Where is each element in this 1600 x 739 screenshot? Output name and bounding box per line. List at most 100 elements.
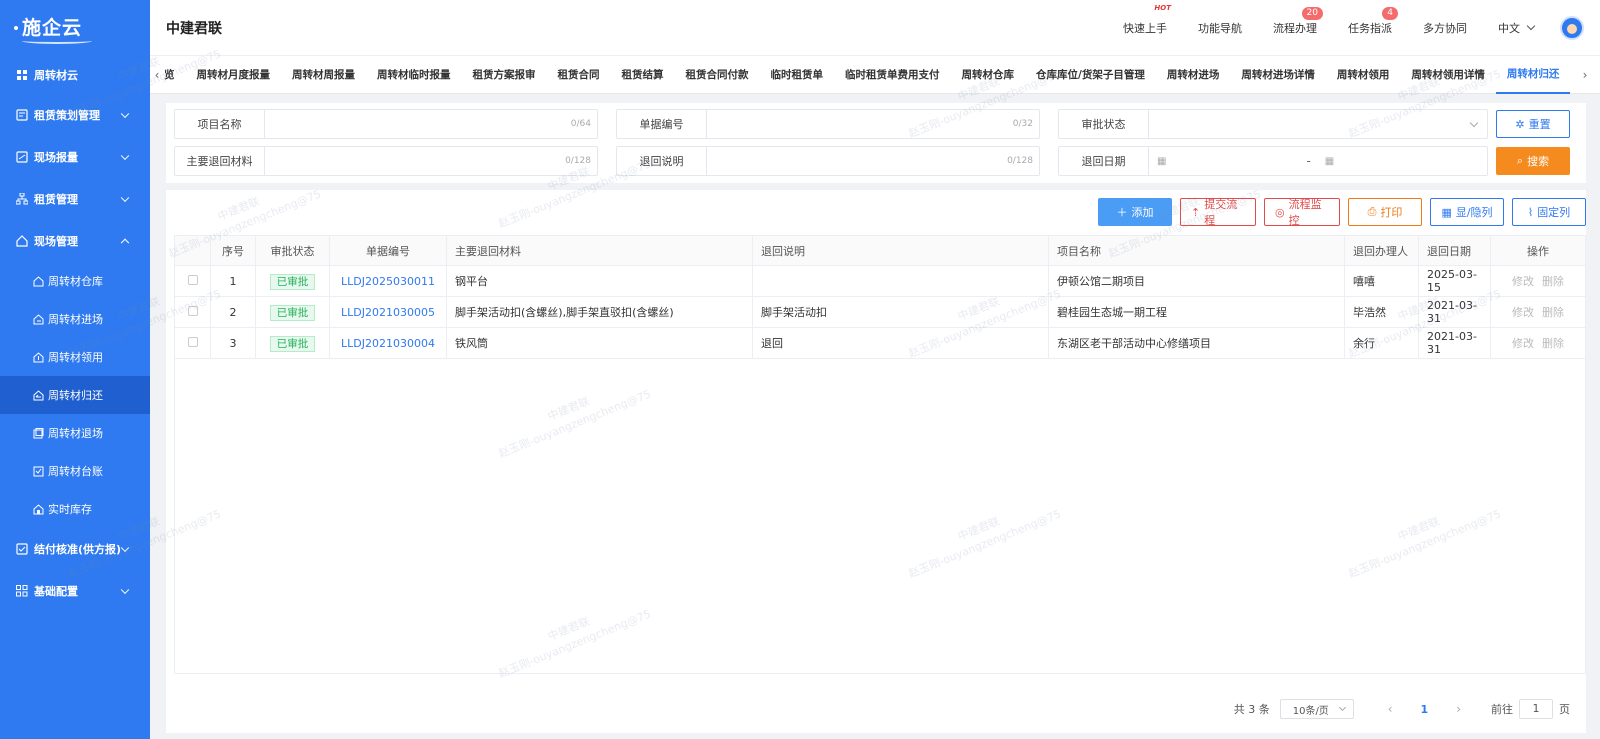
- tab-item[interactable]: 周转材进场详情: [1230, 56, 1326, 94]
- task-link[interactable]: 任务指派 4: [1348, 6, 1398, 36]
- chevron-down-icon: [120, 109, 130, 119]
- print-button[interactable]: ⎙ 打印: [1348, 198, 1422, 226]
- sidebar-item-settlement[interactable]: 结付核准(供方报): [0, 528, 150, 570]
- column-header[interactable]: 序号: [210, 235, 256, 266]
- sidebar-item-rental-plan[interactable]: 租赁策划管理: [0, 94, 150, 136]
- prev-page-icon[interactable]: ‹: [1388, 702, 1393, 716]
- collab-link[interactable]: 多方协同: [1423, 20, 1467, 36]
- tab-item[interactable]: 周转材月度报量: [186, 56, 282, 94]
- avatar[interactable]: [1560, 15, 1584, 40]
- return-date-range[interactable]: ▦ - ▦: [1149, 147, 1487, 175]
- tab-item[interactable]: 仓库库位/货架子目管理: [1025, 56, 1156, 94]
- clipboard-check-icon: [16, 543, 28, 555]
- sidebar-subitem-exit[interactable]: 周转材退场: [0, 414, 150, 452]
- tab-item[interactable]: 周转材归还: [1495, 56, 1571, 94]
- project-name-input[interactable]: 0/64: [265, 110, 597, 138]
- avatar-face-icon: [1567, 23, 1577, 34]
- quick-start-link[interactable]: 快速上手 HOT: [1123, 4, 1171, 36]
- sidebar-subitem-entry[interactable]: 周转材进场: [0, 300, 150, 338]
- return-desc-counter: 0/128: [1007, 156, 1033, 166]
- current-page[interactable]: 1: [1421, 703, 1429, 716]
- select-all-header[interactable]: [174, 235, 211, 266]
- sidebar-subitem-warehouse[interactable]: 周转材仓库: [0, 262, 150, 300]
- monitor-flow-button[interactable]: ◎ 流程监控: [1264, 198, 1340, 227]
- column-header[interactable]: 退回说明: [752, 235, 1049, 266]
- edit-button[interactable]: 修改: [1512, 275, 1534, 288]
- sidebar-subitem-ledger[interactable]: 周转材台账: [0, 452, 150, 490]
- handler-cell: 嘻嘻: [1344, 265, 1419, 297]
- row-checkbox[interactable]: [187, 336, 198, 347]
- tab-item[interactable]: 临时租赁单: [760, 56, 835, 94]
- column-header[interactable]: 退回办理人: [1344, 235, 1419, 266]
- edit-button[interactable]: 修改: [1512, 337, 1534, 350]
- tab-item[interactable]: 周转材领用详情: [1400, 56, 1496, 94]
- sidebar-item-rental-mgmt[interactable]: 租赁管理: [0, 178, 150, 220]
- column-header[interactable]: 单据编号: [329, 235, 447, 266]
- table-row[interactable]: 1 已审批 LLDJ2025030011 钢平台 伊顿公馆二期项目 嘻嘻 2025-03-1…: [174, 265, 1586, 297]
- row-checkbox[interactable]: [187, 305, 198, 316]
- delete-button[interactable]: 删除: [1542, 306, 1564, 319]
- column-header[interactable]: 退回日期: [1418, 235, 1491, 266]
- column-header[interactable]: 审批状态: [255, 235, 330, 266]
- doc-no-label: 单据编号: [617, 110, 707, 138]
- delete-button[interactable]: 删除: [1542, 337, 1564, 350]
- table-row[interactable]: 2 已审批 LLDJ2021030005 脚手架活动扣(含螺丝),脚手架直驳扣(含螺丝…: [174, 296, 1586, 328]
- tab-item[interactable]: 览: [164, 56, 186, 94]
- reset-label: 重置: [1528, 118, 1551, 131]
- goto-page-input[interactable]: 1: [1519, 699, 1553, 719]
- reset-button[interactable]: ✲ 重置: [1496, 110, 1570, 138]
- function-nav-link[interactable]: 功能导航: [1198, 20, 1242, 36]
- add-button[interactable]: ＋添加: [1098, 198, 1172, 226]
- sidebar-item-label: 租赁管理: [34, 193, 78, 206]
- sidebar-item-label: 现场管理: [34, 235, 78, 248]
- tab-item[interactable]: 租赁方案报审: [462, 56, 547, 94]
- language-select[interactable]: 中文: [1498, 20, 1536, 36]
- submit-flow-button[interactable]: ⇡ 提交流程: [1180, 198, 1256, 227]
- logo[interactable]: 施企云: [0, 0, 150, 56]
- sidebar-subitem-return[interactable]: 周转材归还: [0, 376, 150, 414]
- sidebar-item-label: 租赁策划管理: [34, 109, 100, 122]
- tab-item[interactable]: 临时租赁单费用支付: [834, 56, 951, 94]
- doc-no-link[interactable]: LLDJ2021030005: [341, 306, 435, 319]
- search-button[interactable]: ⌕ 搜索: [1496, 147, 1570, 175]
- tab-bar: ‹ 览周转材月度报量 周转材周报量 周转材临时报量 租赁方案报审 租赁合同 租赁结算 租赁合…: [150, 56, 1600, 94]
- return-desc-input[interactable]: 0/128: [707, 147, 1039, 175]
- row-checkbox[interactable]: [187, 274, 198, 285]
- tab-item[interactable]: 租赁结算: [611, 56, 675, 94]
- fix-columns-button[interactable]: ⌇ 固定列: [1512, 198, 1586, 226]
- tab-item[interactable]: 周转材周报量: [281, 56, 366, 94]
- doc-no-link[interactable]: LLDJ2021030004: [341, 337, 435, 350]
- sidebar-item-config[interactable]: 基础配置: [0, 570, 150, 612]
- tab-scroll-left-icon[interactable]: ‹: [150, 68, 164, 82]
- chevron-down-icon: [120, 585, 130, 595]
- delete-button[interactable]: 删除: [1542, 275, 1564, 288]
- sidebar-subitem-receive[interactable]: 周转材领用: [0, 338, 150, 376]
- tab-item[interactable]: 周转材临时报量: [366, 56, 462, 94]
- tab-item[interactable]: 租赁合同付款: [675, 56, 760, 94]
- project-cell: 伊顿公馆二期项目: [1048, 265, 1345, 297]
- column-header[interactable]: 主要退回材料: [446, 235, 753, 266]
- main-material-input[interactable]: 0/128: [265, 147, 597, 175]
- toggle-columns-button[interactable]: ▦ 显/隐列: [1430, 198, 1504, 226]
- sidebar-item-site-mgmt[interactable]: 现场管理: [0, 220, 150, 262]
- doc-no-link[interactable]: LLDJ2025030011: [341, 275, 435, 288]
- next-page-icon[interactable]: ›: [1456, 702, 1461, 716]
- edit-button[interactable]: 修改: [1512, 306, 1534, 319]
- tab-item[interactable]: 周转材领用: [1326, 56, 1401, 94]
- search-label: 搜索: [1527, 155, 1550, 168]
- doc-no-input[interactable]: 0/32: [707, 110, 1039, 138]
- tab-item[interactable]: 周转材进场: [1156, 56, 1231, 94]
- approval-status-select[interactable]: [1149, 110, 1487, 138]
- sidebar-item-site-report[interactable]: 现场报量: [0, 136, 150, 178]
- tab-scroll-right-icon[interactable]: ›: [1578, 68, 1592, 82]
- sidebar-subitem-stock[interactable]: 实时库存: [0, 490, 150, 528]
- sidebar-subitem-label: 实时库存: [48, 503, 92, 516]
- process-link[interactable]: 流程办理 20: [1273, 6, 1323, 36]
- tab-item[interactable]: 租赁合同: [547, 56, 611, 94]
- page-size-select[interactable]: 10条/页: [1279, 699, 1354, 719]
- tab-item[interactable]: 周转材仓库: [951, 56, 1026, 94]
- main-material-counter: 0/128: [565, 156, 591, 166]
- warehouse-icon: [32, 275, 44, 287]
- column-header[interactable]: 项目名称: [1048, 235, 1345, 266]
- sidebar-item-home[interactable]: 周转材云: [0, 56, 150, 94]
